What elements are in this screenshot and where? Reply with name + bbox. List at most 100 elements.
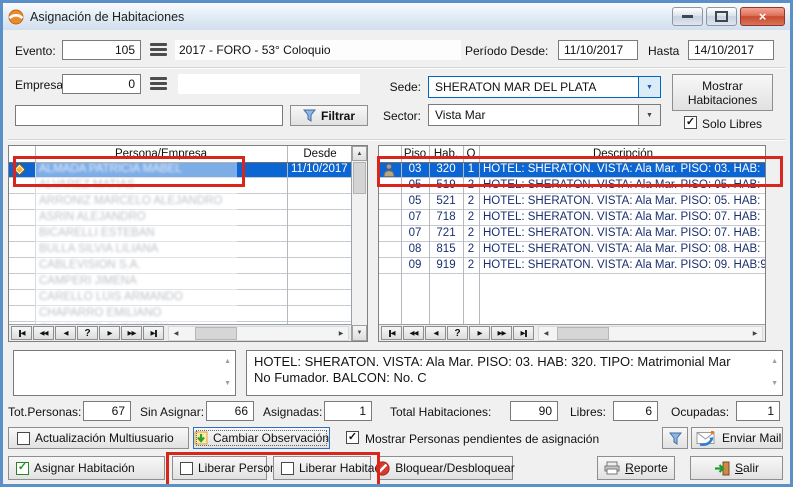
horizontal-scrollbar[interactable]: ◀ ▶ [538,326,763,341]
mostrar-pendientes-checkbox[interactable]: ✓ [346,431,359,444]
close-button[interactable]: × [740,7,785,26]
scrollbar-thumb[interactable] [557,327,609,340]
persona-row[interactable]: CAMPERI JIMENA [9,274,351,290]
next-record-button[interactable]: ▶ [99,326,120,340]
habitacion-row[interactable]: 09 919 2 HOTEL: SHERATON. VISTA: Ala Mar… [379,258,765,274]
piso-cell: 09 [401,258,429,273]
scroll-up-icon[interactable]: ▲ [771,354,778,370]
habitacion-row[interactable]: 08 815 2 HOTEL: SHERATON. VISTA: Ala Mar… [379,242,765,258]
selected-habitacion-row[interactable]: 03 320 1 HOTEL: SHERATON. VISTA: Ala Mar… [379,162,765,178]
hasta-input[interactable]: 14/10/2017 [688,40,774,60]
persona-row[interactable]: CARELLO LUIS ARMANDO [9,290,351,306]
bloquear-desbloquear-button[interactable]: Bloquear/Desbloquear [377,456,513,480]
search-record-button[interactable]: ? [447,326,468,340]
actualizacion-multiusuario-button[interactable]: Actualización Multiusuario [8,427,189,449]
persona-row[interactable]: ALVAREZ MATIAS [9,178,351,194]
vertical-scrollbar[interactable]: ▲ ▼ [351,146,367,341]
liberar-habitacion-button[interactable]: Liberar Habitación [273,456,371,480]
hasta-label: Hasta [648,44,679,58]
habitacion-observacion-textarea[interactable]: HOTEL: SHERATON. VISTA: Ala Mar. PISO: 0… [246,350,783,396]
first-record-button[interactable]: ◀ [11,326,32,340]
scroll-down-icon[interactable]: ▼ [771,376,778,392]
periodo-desde-label: Período Desde: [465,44,548,58]
asignar-habitacion-button[interactable]: ✓ Asignar Habitación [8,456,165,480]
persona-row[interactable]: CHAPARRO EMILIANO [9,306,351,322]
check-icon: ✓ [686,117,695,128]
persona-observacion-textarea[interactable]: ▲ ▼ [13,350,236,396]
empresa-label: Empresa: [15,78,66,92]
persona-row[interactable]: ASRIN ALEJANDRO [9,210,351,226]
persona-name: CAMPERI JIMENA [39,274,285,289]
column-divider [429,146,430,324]
arrow-up-icon: ▲ [357,151,363,157]
persona-row[interactable]: BICARELLI ESTEBAN [9,226,351,242]
habitacion-row[interactable]: 05 521 2 HOTEL: SHERATON. VISTA: Ala Mar… [379,194,765,210]
prior-record-button[interactable]: ◀ [425,326,446,340]
persona-row[interactable]: CABLEVISION S.A. [9,258,351,274]
scrollbar-thumb[interactable] [195,327,237,340]
solo-libres-checkbox[interactable]: ✓ [684,116,697,129]
last-record-button[interactable]: ▶ [143,326,164,340]
filter-pendientes-button[interactable] [662,427,688,449]
persona-row[interactable]: BULLA SILVIA LILIANA [9,242,351,258]
arrow-down-icon: ▼ [357,330,363,336]
salir-button[interactable]: Salir [690,456,783,480]
empresa-lookup-button[interactable] [150,77,167,90]
scroll-up-icon[interactable]: ▲ [224,354,231,370]
enviar-mail-button[interactable]: Enviar Mail [691,427,783,449]
habitacion-row[interactable]: 07 718 2 HOTEL: SHERATON. VISTA: Ala Mar… [379,210,765,226]
prior-page-button[interactable]: ◀◀ [33,326,54,340]
scroll-right-icon[interactable]: ▶ [748,330,762,337]
next-page-button[interactable]: ▶▶ [491,326,512,340]
persona-name: CABLEVISION S.A. [39,258,285,273]
enviar-mail-label: Enviar Mail [722,431,781,445]
sede-select[interactable]: SHERATON MAR DEL PLATA ▼ [428,76,661,98]
scroll-left-icon[interactable]: ◀ [539,330,553,337]
evento-lookup-button[interactable] [150,43,167,56]
evento-input[interactable]: 105 [62,40,141,60]
descripcion-cell: HOTEL: SHERATON. VISTA: Ala Mar. PISO: 0… [483,194,765,209]
next-icon: ▶ [132,329,136,337]
asignar-habitacion-label: Asignar Habitación [34,461,135,475]
scroll-down-button[interactable]: ▼ [352,325,367,341]
mostrar-habitaciones-button[interactable]: Mostrar Habitaciones [672,74,773,111]
persona-empresa-column-header: Persona/Empresa [35,146,287,162]
search-record-button[interactable]: ? [77,326,98,340]
scrollbar-thumb[interactable] [353,162,366,194]
minimize-button[interactable] [672,7,703,26]
filtrar-button[interactable]: Filtrar [290,105,368,126]
multiusuario-checkbox[interactable] [17,432,30,445]
habitacion-row[interactable]: 05 519 2 HOTEL: SHERATON. VISTA: Ala Mar… [379,178,765,194]
piso-cell: 08 [401,242,429,257]
printer-icon [604,461,620,475]
descripcion-cell: HOTEL: SHERATON. VISTA: Ala Mar. PISO: 0… [483,210,765,225]
first-record-button[interactable]: ◀ [381,326,402,340]
selected-persona-row[interactable]: ALMADA PATRICIA MABEL 11/10/2017 [9,162,351,178]
scroll-down-icon[interactable]: ▼ [224,376,231,392]
prior-page-button[interactable]: ◀◀ [403,326,424,340]
piso-cell: 03 [401,162,429,177]
separator-line [8,139,785,141]
periodo-desde-input[interactable]: 11/10/2017 [558,40,638,60]
scroll-left-icon[interactable]: ◀ [169,330,183,337]
habitacion-row[interactable]: 07 721 2 HOTEL: SHERATON. VISTA: Ala Mar… [379,226,765,242]
chevron-down-icon[interactable]: ▼ [638,105,660,125]
next-page-button[interactable]: ▶▶ [121,326,142,340]
sector-select[interactable]: Vista Mar ▼ [428,104,661,126]
search-input[interactable] [15,105,283,126]
reporte-button[interactable]: Reporte [597,456,675,480]
cambiar-observacion-button[interactable]: Cambiar Observación [193,427,330,449]
prior-record-button[interactable]: ◀ [55,326,76,340]
last-record-button[interactable]: ▶ [513,326,534,340]
scroll-up-button[interactable]: ▲ [352,146,367,161]
client-area: Evento: 105 2017 - FORO - 53° Coloquio P… [3,30,790,484]
maximize-button[interactable] [706,7,737,26]
persona-name: ARRONIZ MARCELO ALEJANDRO [39,194,285,209]
scroll-right-icon[interactable]: ▶ [334,330,348,337]
persona-row[interactable]: ARRONIZ MARCELO ALEJANDRO [9,194,351,210]
empresa-input[interactable]: 0 [62,74,141,94]
horizontal-scrollbar[interactable]: ◀ ▶ [168,326,349,341]
chevron-down-icon[interactable]: ▼ [638,77,660,97]
next-record-button[interactable]: ▶ [469,326,490,340]
liberar-persona-button[interactable]: Liberar Persona [172,456,267,480]
